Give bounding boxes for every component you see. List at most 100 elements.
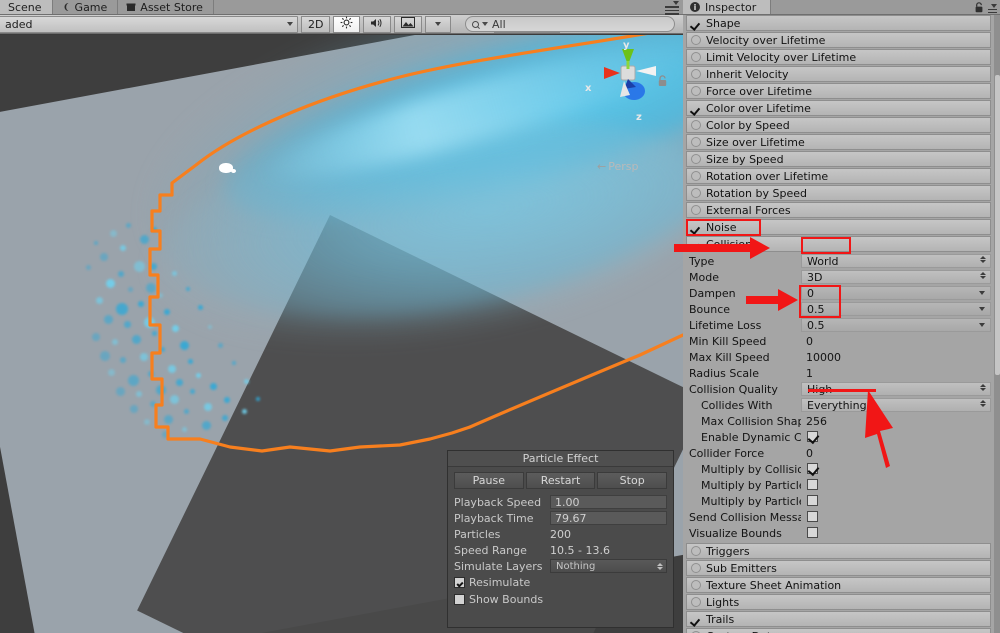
- toggle-2d-button[interactable]: 2D: [301, 15, 331, 33]
- module-row-size-over-lifetime[interactable]: Size over Lifetime: [686, 134, 991, 150]
- tab-inspector[interactable]: i Inspector: [683, 0, 772, 14]
- tab-scene[interactable]: Scene: [0, 0, 53, 14]
- property-field-collides-with[interactable]: Everything: [801, 398, 991, 412]
- module-toggle[interactable]: [691, 35, 701, 45]
- property-field-dampen[interactable]: 0: [801, 286, 991, 300]
- property-label: Enable Dynamic Col: [701, 430, 801, 444]
- pause-button[interactable]: Pause: [454, 472, 524, 489]
- module-row-texture-sheet-animation[interactable]: Texture Sheet Animation: [686, 577, 991, 593]
- simulate-layers-dropdown[interactable]: Nothing: [550, 559, 667, 573]
- resimulate-label: Resimulate: [469, 576, 531, 589]
- restart-button[interactable]: Restart: [525, 472, 596, 489]
- module-toggle[interactable]: [691, 580, 701, 590]
- module-toggle[interactable]: [691, 154, 701, 164]
- particle: [120, 357, 126, 363]
- property-value-min-kill-speed[interactable]: 0: [801, 334, 991, 348]
- show-bounds-row[interactable]: Show Bounds: [454, 591, 667, 608]
- module-row-limit-velocity-over-lifetime[interactable]: Limit Velocity over Lifetime: [686, 49, 991, 65]
- module-toggle[interactable]: [691, 188, 701, 198]
- module-row-collision[interactable]: Collision: [686, 236, 991, 252]
- module-toggle[interactable]: [691, 222, 701, 232]
- module-toggle[interactable]: [691, 205, 701, 215]
- module-toggle[interactable]: [691, 18, 701, 28]
- lock-icon[interactable]: [657, 75, 668, 87]
- property-checkbox-send-collision-messag[interactable]: [807, 511, 818, 522]
- show-bounds-checkbox[interactable]: [454, 594, 465, 605]
- property-row-min-kill-speed: Min Kill Speed 0: [683, 333, 994, 349]
- tab-asset-store[interactable]: Asset Store: [118, 0, 214, 14]
- property-field-lifetime-loss[interactable]: 0.5: [801, 318, 991, 332]
- property-checkbox-multiply-by-collision[interactable]: [807, 463, 818, 474]
- chevron-updown-icon: [980, 384, 986, 391]
- module-toggle[interactable]: [691, 546, 701, 556]
- property-value-collider-force[interactable]: 0: [801, 446, 991, 460]
- resimulate-checkbox[interactable]: [454, 577, 465, 588]
- property-field-bounce[interactable]: 0.5: [801, 302, 991, 316]
- module-row-color-by-speed[interactable]: Color by Speed: [686, 117, 991, 133]
- module-toggle[interactable]: [691, 120, 701, 130]
- module-row-color-over-lifetime[interactable]: Color over Lifetime: [686, 100, 991, 116]
- module-toggle[interactable]: [691, 614, 701, 624]
- module-row-rotation-by-speed[interactable]: Rotation by Speed: [686, 185, 991, 201]
- property-value-radius-scale[interactable]: 1: [801, 366, 991, 380]
- property-checkbox-multiply-by-particle[interactable]: [807, 495, 818, 506]
- particle: [198, 305, 203, 310]
- particle: [204, 403, 212, 411]
- module-toggle[interactable]: [691, 597, 701, 607]
- module-toggle[interactable]: [691, 52, 701, 62]
- module-toggle[interactable]: [691, 171, 701, 181]
- tab-game[interactable]: Game: [52, 0, 119, 14]
- module-row-velocity-over-lifetime[interactable]: Velocity over Lifetime: [686, 32, 991, 48]
- collider-marker-tail: [231, 169, 236, 173]
- toggle-effects-button[interactable]: [394, 15, 423, 33]
- module-toggle[interactable]: [691, 563, 701, 573]
- module-toggle[interactable]: [691, 69, 701, 79]
- module-row-size-by-speed[interactable]: Size by Speed: [686, 151, 991, 167]
- chevron-down-icon: [979, 323, 985, 327]
- module-row-force-over-lifetime[interactable]: Force over Lifetime: [686, 83, 991, 99]
- property-checkbox-enable-dynamic-col[interactable]: [807, 431, 818, 442]
- playback-time-input[interactable]: 79.67: [550, 511, 667, 525]
- property-field-type[interactable]: World: [801, 254, 991, 268]
- playback-speed-input[interactable]: 1.00: [550, 495, 667, 509]
- scrollbar-thumb[interactable]: [995, 75, 1000, 375]
- module-row-sub-emitters[interactable]: Sub Emitters: [686, 560, 991, 576]
- toggle-audio-button[interactable]: [363, 15, 392, 33]
- hamburger-icon[interactable]: [665, 1, 679, 15]
- module-row-inherit-velocity[interactable]: Inherit Velocity: [686, 66, 991, 82]
- module-row-rotation-over-lifetime[interactable]: Rotation over Lifetime: [686, 168, 991, 184]
- property-field-collision-quality[interactable]: High: [801, 382, 991, 396]
- perspective-label[interactable]: ← Persp: [597, 160, 638, 173]
- speaker-icon: [370, 17, 384, 32]
- property-value-max-kill-speed[interactable]: 10000: [801, 350, 991, 364]
- module-label: Size by Speed: [706, 152, 784, 166]
- toggle-lighting-button[interactable]: [333, 15, 361, 33]
- kebab-menu-icon[interactable]: [988, 4, 997, 17]
- module-row-external-forces[interactable]: External Forces: [686, 202, 991, 218]
- module-toggle[interactable]: [691, 103, 701, 113]
- property-row-lifetime-loss: Lifetime Loss 0.5: [683, 317, 994, 333]
- property-value-max-collision-shape[interactable]: 256: [801, 414, 991, 428]
- module-row-noise[interactable]: Noise: [686, 219, 991, 235]
- property-checkbox-visualize-bounds[interactable]: [807, 527, 818, 538]
- stop-button[interactable]: Stop: [597, 472, 668, 489]
- module-row-trails[interactable]: Trails: [686, 611, 991, 627]
- module-toggle[interactable]: [691, 239, 701, 249]
- property-field-mode[interactable]: 3D: [801, 270, 991, 284]
- module-row-lights[interactable]: Lights: [686, 594, 991, 610]
- inspector-scrollbar[interactable]: [994, 15, 1000, 633]
- module-row-triggers[interactable]: Triggers: [686, 543, 991, 559]
- module-row-custom-data[interactable]: Custom Data: [686, 628, 991, 633]
- property-checkbox-multiply-by-particle[interactable]: [807, 479, 818, 490]
- resimulate-row[interactable]: Resimulate: [454, 574, 667, 591]
- info-icon: i: [690, 2, 700, 12]
- property-label: Multiply by Particle: [701, 494, 801, 508]
- effects-dropdown-button[interactable]: [425, 15, 452, 33]
- module-toggle[interactable]: [691, 137, 701, 147]
- draw-mode-dropdown[interactable]: aded: [0, 15, 298, 33]
- module-toggle[interactable]: [691, 86, 701, 96]
- property-row-multiply-by-particle: Multiply by Particle: [683, 477, 994, 493]
- lock-icon[interactable]: [974, 2, 984, 13]
- search-input[interactable]: All: [465, 16, 675, 32]
- module-row-shape[interactable]: Shape: [686, 15, 991, 31]
